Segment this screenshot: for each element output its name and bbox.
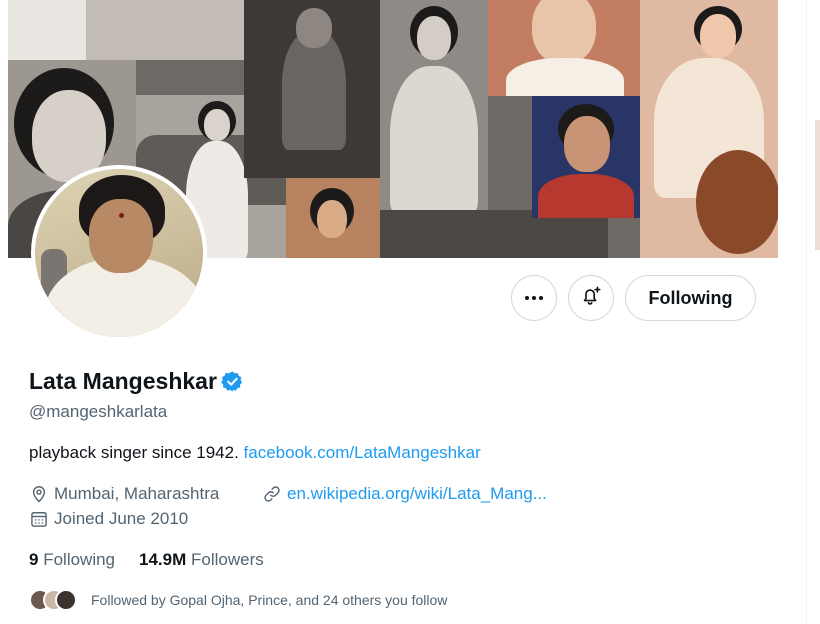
following-button[interactable]: Following <box>625 275 756 321</box>
following-label: Following <box>43 550 116 569</box>
avatar-bindi <box>119 213 124 218</box>
followed-by-text: Followed by Gopal Ojha, Prince, and 24 o… <box>91 592 448 608</box>
profile-stats: 9 Following 14.9M Followers <box>29 550 264 570</box>
followers-count: 14.9M <box>139 550 187 569</box>
banner-photo <box>380 0 488 210</box>
profile-bio: playback singer since 1942. facebook.com… <box>29 443 481 463</box>
banner-photo <box>86 0 244 60</box>
followed-by[interactable]: Followed by Gopal Ojha, Prince, and 24 o… <box>29 589 447 611</box>
notifications-button[interactable] <box>568 275 614 321</box>
profile-name-row: Lata Mangeshkar <box>29 368 244 395</box>
banner-photo <box>286 178 380 258</box>
banner-photo <box>532 96 640 218</box>
location-text: Mumbai, Maharashtra <box>54 484 220 503</box>
profile-avatar[interactable] <box>31 165 207 341</box>
followers-label: Followers <box>191 550 264 569</box>
following-count: 9 <box>29 550 39 569</box>
profile-name: Lata Mangeshkar <box>29 368 217 394</box>
link-icon <box>262 484 282 504</box>
profile-header: Following Lata Mangeshkar @mangeshkarlat… <box>8 0 778 624</box>
banner-photo <box>640 0 778 258</box>
joined-text: Joined June 2010 <box>54 509 189 528</box>
bio-link[interactable]: facebook.com/LataMangeshkar <box>244 443 481 462</box>
followers-count-link[interactable]: 14.9M Followers <box>139 550 264 570</box>
calendar-icon <box>29 509 49 529</box>
location-pin-icon <box>29 484 49 504</box>
followed-by-avatars <box>29 589 77 611</box>
avatar-face <box>89 199 153 273</box>
profile-location: Mumbai, Maharashtra <box>29 484 219 504</box>
more-dots-icon <box>525 296 543 300</box>
bell-plus-icon <box>580 285 602 311</box>
adjacent-column-edge <box>806 0 820 624</box>
profile-website[interactable]: en.wikipedia.org/wiki/Lata_Mang... <box>262 484 547 504</box>
profile-handle: @mangeshkarlata <box>29 402 168 421</box>
profile-joined: Joined June 2010 <box>29 509 188 529</box>
website-link[interactable]: en.wikipedia.org/wiki/Lata_Mang... <box>287 484 547 504</box>
bio-text: playback singer since 1942. <box>29 443 244 462</box>
banner-photo <box>244 0 380 178</box>
more-options-button[interactable] <box>511 275 557 321</box>
mini-avatar <box>55 589 77 611</box>
banner-photo <box>488 0 640 96</box>
verified-badge-icon[interactable] <box>221 370 244 393</box>
following-count-link[interactable]: 9 Following <box>29 550 115 570</box>
adjacent-image-sliver <box>815 120 820 250</box>
banner-photo <box>8 0 86 60</box>
